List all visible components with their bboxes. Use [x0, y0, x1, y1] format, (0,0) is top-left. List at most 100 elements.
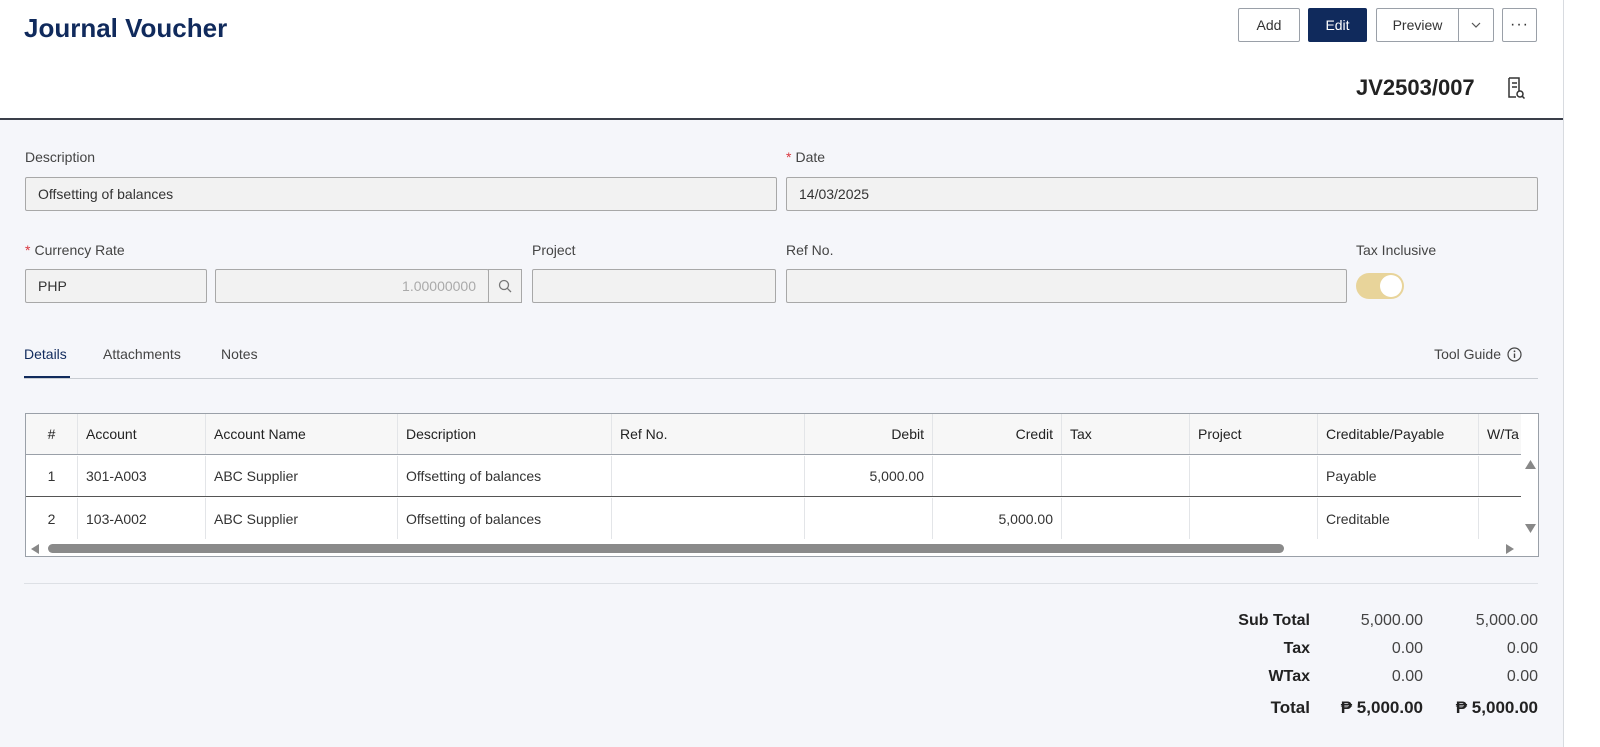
wtax-credit: 0.00 — [1506, 668, 1538, 685]
active-tab-indicator — [24, 376, 70, 378]
currency-field[interactable]: PHP — [25, 269, 207, 303]
right-panel-edge — [1563, 0, 1600, 747]
tab-attachments[interactable]: Attachments — [103, 346, 181, 362]
add-button[interactable]: Add — [1238, 8, 1300, 42]
scroll-left-icon[interactable] — [31, 544, 39, 554]
table-header-row: # Account Account Name Description Ref N… — [26, 414, 1521, 455]
tax-inclusive-toggle[interactable] — [1356, 273, 1404, 299]
document-search-icon[interactable] — [1506, 77, 1526, 99]
column-header[interactable]: Project — [1190, 414, 1318, 454]
date-field[interactable]: 14/03/2025 — [786, 177, 1538, 211]
account-cell[interactable]: 301-A003 — [78, 456, 206, 496]
project-cell[interactable] — [1190, 456, 1318, 496]
preview-button-group: Preview — [1376, 8, 1494, 42]
currency-rate-label: * Currency Rate — [25, 242, 125, 258]
date-label: * Date — [786, 149, 826, 165]
tax-credit: 0.00 — [1506, 640, 1538, 657]
tax-label: Tax — [1283, 640, 1310, 657]
tab-bar: Details Attachments Notes Tool Guide — [24, 336, 1538, 379]
tax-cell[interactable] — [1062, 498, 1190, 539]
tax-inclusive-label: Tax Inclusive — [1356, 242, 1437, 258]
column-header[interactable]: Account Name — [206, 414, 398, 454]
account-cell[interactable]: 103-A002 — [78, 498, 206, 539]
tax-row: Tax 0.00 0.00 — [1200, 640, 1540, 664]
currency-rate-search-button[interactable] — [488, 269, 522, 303]
tax-debit: 0.00 — [1391, 640, 1423, 657]
wtax-debit: 0.00 — [1391, 668, 1423, 685]
description-cell[interactable]: Offsetting of balances — [398, 498, 612, 539]
row-number-cell: 2 — [26, 498, 78, 539]
creditable-payable-cell[interactable]: Payable — [1318, 456, 1479, 496]
credit-cell[interactable]: 5,000.00 — [933, 498, 1062, 539]
page-header: Journal Voucher Add Edit Preview ··· JV2… — [0, 0, 1563, 120]
total-debit: ₱ 5,000.00 — [1340, 698, 1423, 717]
search-icon — [498, 279, 512, 293]
column-header[interactable]: W/Ta — [1479, 414, 1521, 454]
sub-total-debit: 5,000.00 — [1360, 612, 1423, 629]
wtax-cell[interactable] — [1479, 498, 1521, 539]
required-mark: * — [786, 149, 792, 165]
tool-guide-label: Tool Guide — [1434, 346, 1501, 362]
description-cell[interactable]: Offsetting of balances — [398, 456, 612, 496]
chevron-down-icon — [1471, 22, 1481, 28]
total-credit: ₱ 5,000.00 — [1455, 698, 1538, 717]
project-cell[interactable] — [1190, 498, 1318, 539]
project-field[interactable] — [532, 269, 776, 303]
wtax-cell[interactable] — [1479, 456, 1521, 496]
table-row[interactable]: 2 103-A002 ABC Supplier Offsetting of ba… — [26, 498, 1521, 539]
ref-no-cell[interactable] — [612, 456, 805, 496]
account-name-cell[interactable]: ABC Supplier — [206, 456, 398, 496]
scroll-up-icon[interactable] — [1525, 460, 1536, 469]
row-number-cell: 1 — [26, 456, 78, 496]
journal-lines-grid: # Account Account Name Description Ref N… — [25, 413, 1539, 557]
grid-body: # Account Account Name Description Ref N… — [26, 414, 1521, 540]
required-mark: * — [25, 242, 31, 258]
wtax-row: WTax 0.00 0.00 — [1200, 668, 1540, 692]
horizontal-scroll-thumb[interactable] — [48, 544, 1284, 553]
description-label: Description — [25, 149, 96, 165]
tool-guide-link[interactable]: Tool Guide — [1434, 346, 1522, 362]
scroll-right-icon[interactable] — [1506, 544, 1514, 554]
ref-no-label: Ref No. — [786, 242, 834, 258]
creditable-payable-cell[interactable]: Creditable — [1318, 498, 1479, 539]
ref-no-cell[interactable] — [612, 498, 805, 539]
column-header[interactable]: Ref No. — [612, 414, 805, 454]
wtax-label: WTax — [1268, 668, 1310, 685]
description-field[interactable]: Offsetting of balances — [25, 177, 777, 211]
column-header[interactable]: # — [26, 414, 78, 454]
sub-total-credit: 5,000.00 — [1475, 612, 1538, 629]
column-header[interactable]: Account — [78, 414, 206, 454]
sub-total-row: Sub Total 5,000.00 5,000.00 — [1200, 612, 1540, 636]
column-header[interactable]: Description — [398, 414, 612, 454]
credit-cell[interactable] — [933, 456, 1062, 496]
horizontal-scrollbar[interactable] — [26, 540, 1521, 556]
ref-no-field[interactable] — [786, 269, 1347, 303]
account-name-cell[interactable]: ABC Supplier — [206, 498, 398, 539]
section-divider — [24, 583, 1538, 584]
preview-dropdown-button[interactable] — [1459, 9, 1493, 41]
column-header[interactable]: Debit — [805, 414, 933, 454]
currency-rate-field[interactable]: 1.00000000 — [215, 269, 489, 303]
preview-button[interactable]: Preview — [1377, 9, 1459, 41]
column-header[interactable]: Credit — [933, 414, 1062, 454]
vertical-scrollbar[interactable] — [1522, 456, 1538, 540]
info-icon — [1507, 346, 1522, 362]
debit-cell[interactable] — [805, 498, 933, 539]
project-label: Project — [532, 242, 576, 258]
total-label: Total — [1270, 698, 1310, 717]
more-options-button[interactable]: ··· — [1502, 8, 1537, 42]
toggle-knob — [1380, 275, 1402, 297]
document-number: JV2503/007 — [1356, 75, 1475, 100]
column-header[interactable]: Creditable/Payable — [1318, 414, 1479, 454]
total-row: Total ₱ 5,000.00 ₱ 5,000.00 — [1200, 698, 1540, 722]
page-title: Journal Voucher — [24, 13, 228, 43]
tab-details[interactable]: Details — [24, 346, 67, 362]
column-header[interactable]: Tax — [1062, 414, 1190, 454]
table-row[interactable]: 1 301-A003 ABC Supplier Offsetting of ba… — [26, 456, 1521, 497]
debit-cell[interactable]: 5,000.00 — [805, 456, 933, 496]
sub-total-label: Sub Total — [1238, 612, 1310, 629]
edit-button[interactable]: Edit — [1308, 8, 1367, 42]
scroll-down-icon[interactable] — [1525, 524, 1536, 533]
tax-cell[interactable] — [1062, 456, 1190, 496]
tab-notes[interactable]: Notes — [221, 346, 258, 362]
